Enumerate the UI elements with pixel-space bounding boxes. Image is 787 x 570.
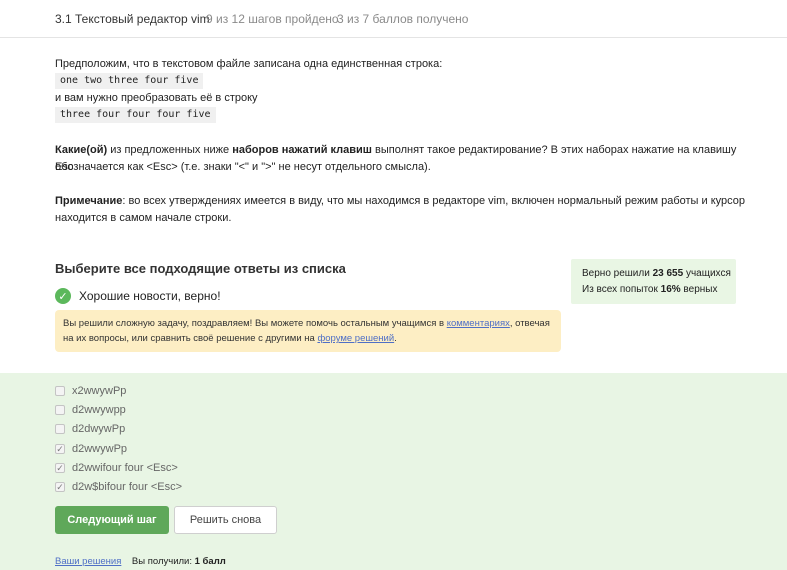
option-2-label: d2wwywpp <box>72 404 126 416</box>
option-1-checkbox[interactable] <box>55 386 65 396</box>
stats-panel: Верно решили 23 655 учащихся Из всех поп… <box>571 259 736 304</box>
notice-text-4: . <box>394 333 397 344</box>
option-3[interactable]: d2dwywPp <box>55 422 125 436</box>
steps-progress: 9 из 12 шагов пройдено <box>206 12 339 26</box>
solutions-forum-link[interactable]: форуме решений <box>317 333 394 344</box>
good-news-text: Хорошие новости, верно! <box>79 289 221 303</box>
task-note-line2: находится в самом начале строки. <box>55 212 232 224</box>
result-good-news: ✓ Хорошие новости, верно! <box>55 287 221 305</box>
stats-attempts-suffix: верных <box>680 284 718 295</box>
option-4[interactable]: ✓ d2wwywPp <box>55 442 127 456</box>
notice-text-2: , отвечая <box>509 318 550 329</box>
notice-text-1: Вы решили сложную задачу, поздравляем! В… <box>63 318 447 329</box>
submission-footer: Ваши решения Вы получили: 1 балл <box>55 556 226 567</box>
option-5-label: d2wwifour four <Esc> <box>72 462 178 474</box>
notice-text-3: на их вопросы, или сравнить своё решение… <box>63 333 318 344</box>
lesson-title: 3.1 Текстовый редактор vim <box>55 12 210 26</box>
option-5[interactable]: ✓ d2wwifour four <Esc> <box>55 461 178 475</box>
stats-attempts-prefix: Из всех попыток <box>582 284 661 295</box>
stats-solved-prefix: Верно решили <box>582 268 653 279</box>
your-solutions-link[interactable]: Ваши решения <box>55 556 121 567</box>
target-line-code: three four four four five <box>55 107 216 123</box>
option-6-label: d2w$bifour four <Esc> <box>72 481 183 493</box>
task-note: Примечание: во всех утверждениях имеется… <box>55 193 745 210</box>
option-3-checkbox[interactable] <box>55 424 65 434</box>
option-2-checkbox[interactable] <box>55 405 65 415</box>
check-circle-icon: ✓ <box>55 288 71 304</box>
stats-attempts: Из всех попыток 16% верных <box>582 284 717 295</box>
option-4-checkbox[interactable]: ✓ <box>55 444 65 454</box>
task-question-line2: обозначается как <Esc> (т.е. знаки "<" и… <box>55 161 431 173</box>
option-6[interactable]: ✓ d2w$bifour four <Esc> <box>55 480 182 494</box>
source-line-code: one two three four five <box>55 73 204 89</box>
stats-solved-count: 23 655 <box>652 268 684 279</box>
task-middle: и вам нужно преобразовать её в строку <box>55 92 258 104</box>
choose-answers-title: Выберите все подходящие ответы из списка <box>55 261 346 276</box>
next-step-button[interactable]: Следующий шаг <box>55 506 169 534</box>
option-4-label: d2wwywPp <box>72 443 128 455</box>
points-progress: 3 из 7 баллов получено <box>337 12 469 26</box>
question-text-1: из предложенных ниже <box>107 144 233 156</box>
congrats-notice: Вы решили сложную задачу, поздравляем! В… <box>55 310 561 352</box>
question-bold-2: наборов нажатий клавиш <box>232 144 372 156</box>
option-3-label: d2dwywPp <box>72 423 126 435</box>
note-text: : во всех утверждениях имеется в виду, ч… <box>122 195 745 207</box>
received-prefix: Вы получили: <box>131 556 195 567</box>
question-bold-1: Какие(ой) <box>55 144 108 156</box>
option-6-checkbox[interactable]: ✓ <box>55 482 65 492</box>
stats-attempts-pct: 16% <box>660 284 681 295</box>
option-1[interactable]: x2wwywPp <box>55 384 126 398</box>
comments-link[interactable]: комментариях <box>447 318 510 329</box>
stats-solved: Верно решили 23 655 учащихся <box>582 268 731 279</box>
answer-options-area: x2wwywPp d2wwywpp d2dwywPp ✓ d2wwywPp ✓ … <box>0 373 787 570</box>
option-1-label: x2wwywPp <box>72 385 127 397</box>
top-bar: 3.1 Текстовый редактор vim 9 из 12 шагов… <box>0 0 787 38</box>
stats-solved-suffix: учащихся <box>683 268 731 279</box>
option-5-checkbox[interactable]: ✓ <box>55 463 65 473</box>
task-intro: Предположим, что в текстовом файле запис… <box>55 58 443 70</box>
received-value: 1 балл <box>194 556 226 567</box>
solve-again-button[interactable]: Решить снова <box>174 506 277 534</box>
note-bold: Примечание <box>55 195 123 207</box>
option-2[interactable]: d2wwywpp <box>55 403 126 417</box>
